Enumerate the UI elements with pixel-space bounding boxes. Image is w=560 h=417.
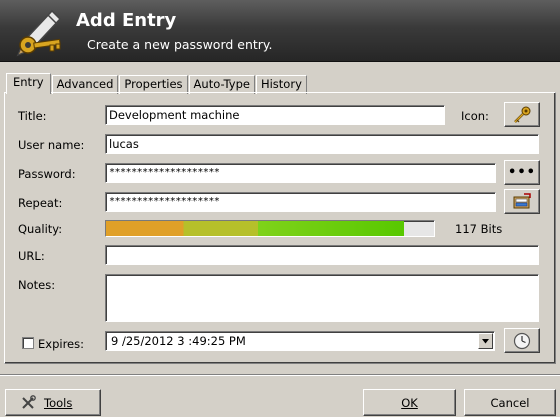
url-field[interactable] — [105, 245, 539, 265]
cancel-button[interactable]: Cancel — [464, 389, 556, 416]
ok-button-label: OK — [401, 395, 418, 410]
chevron-down-icon[interactable] — [478, 333, 493, 349]
tab-bar: Entry Advanced Properties Auto-Type Hist… — [6, 73, 308, 94]
title-label: Title: — [18, 109, 47, 123]
clock-icon — [513, 332, 531, 349]
quality-meter — [105, 220, 435, 237]
password-label: Password: — [18, 167, 76, 181]
bottom-separator — [0, 374, 560, 376]
expires-label: Expires: — [38, 337, 84, 351]
generate-password-button[interactable] — [504, 189, 540, 214]
dialog-title: Add Entry — [76, 10, 177, 31]
title-field[interactable]: Development machine — [105, 105, 445, 125]
tab-entry[interactable]: Entry — [6, 73, 51, 94]
password-field[interactable]: ******************** — [105, 163, 496, 183]
repeat-label: Repeat: — [18, 196, 63, 210]
expiry-date-value: 9 /25/2012 3 :49:25 PM — [111, 334, 246, 348]
dialog-subtitle: Create a new password entry. — [87, 37, 273, 52]
expiry-date-picker[interactable]: 9 /25/2012 3 :49:25 PM — [105, 331, 495, 351]
tools-button[interactable]: Tools — [5, 389, 101, 416]
notes-label: Notes: — [18, 278, 56, 292]
password-generator-icon — [513, 192, 531, 208]
header-banner: Add Entry Create a new password entry. — [0, 0, 560, 62]
expiry-presets-button[interactable] — [504, 328, 540, 353]
username-field[interactable]: lucas — [105, 134, 539, 154]
repeat-password-field[interactable]: ******************** — [105, 192, 496, 212]
ok-button[interactable]: OK — [363, 389, 456, 416]
notes-field[interactable] — [105, 274, 539, 322]
username-label: User name: — [18, 138, 85, 152]
cancel-button-label: Cancel — [490, 395, 530, 410]
expires-checkbox[interactable] — [22, 337, 34, 349]
quality-meter-fill — [106, 221, 405, 236]
icon-label: Icon: — [461, 109, 489, 123]
tools-icon — [22, 394, 36, 409]
icon-picker-button[interactable] — [504, 102, 540, 127]
url-label: URL: — [18, 249, 45, 263]
quality-bits: 117 Bits — [455, 222, 503, 236]
tools-button-label: Tools — [44, 395, 73, 410]
key-icon — [514, 106, 531, 123]
key-pencil-icon — [16, 9, 62, 57]
reveal-password-button[interactable]: ••• — [504, 160, 540, 185]
quality-label: Quality: — [18, 222, 63, 236]
